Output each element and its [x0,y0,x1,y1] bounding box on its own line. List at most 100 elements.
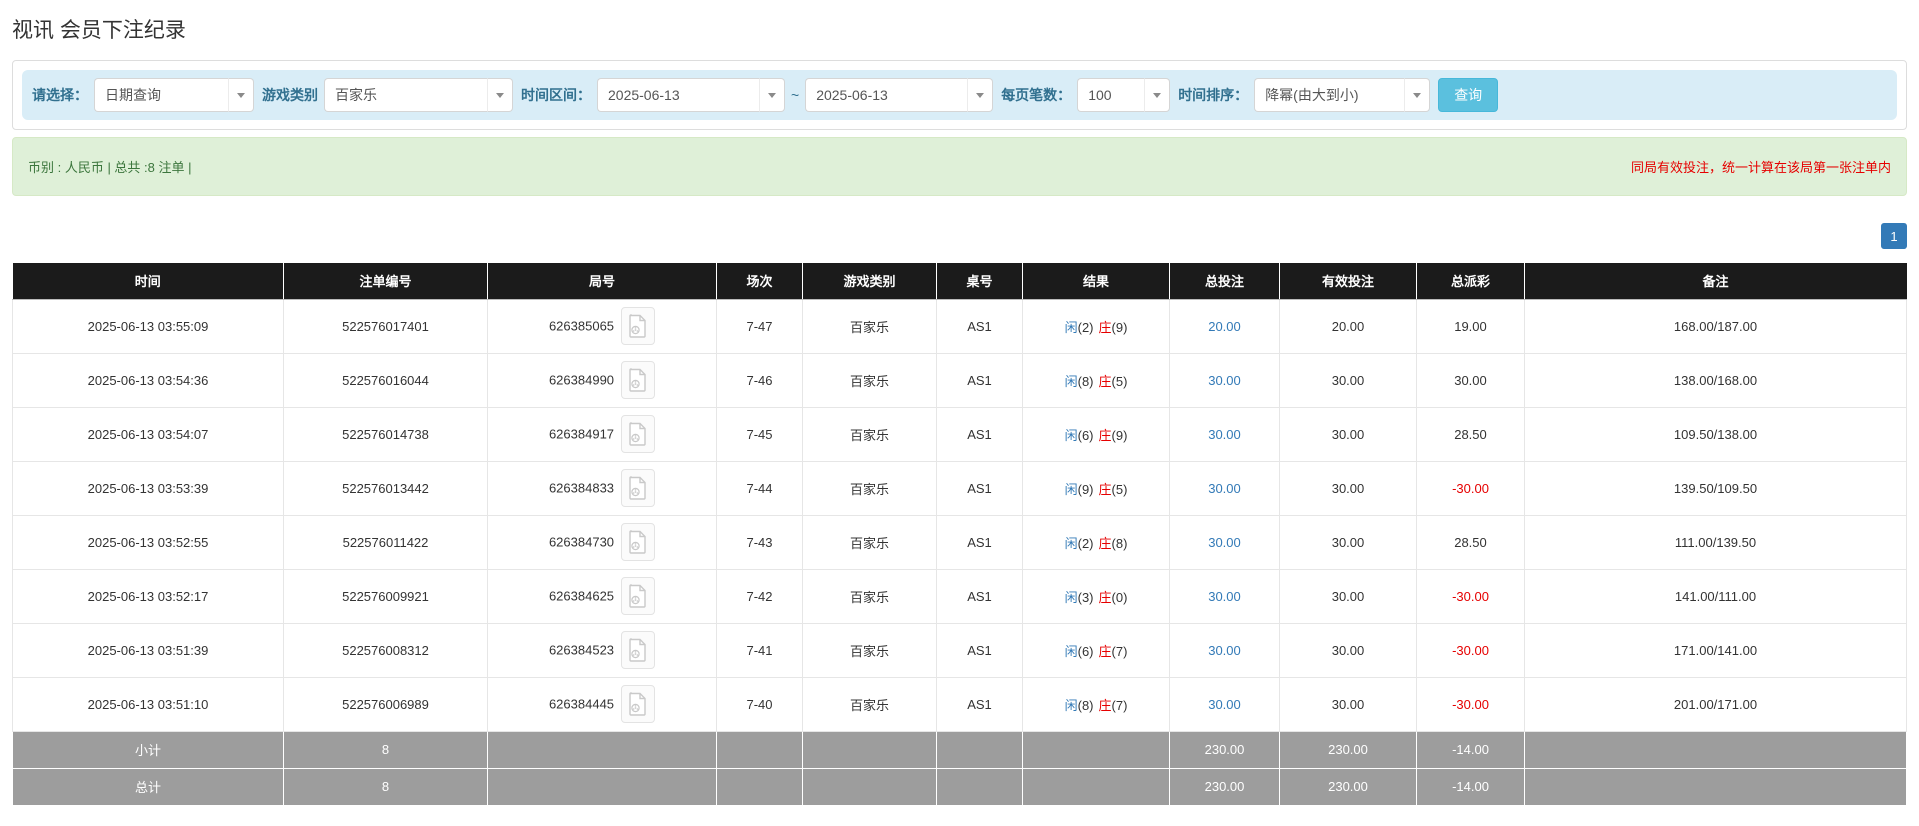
query-type-dropdown-button[interactable] [228,78,254,112]
result-banker-label: 庄 [1099,536,1112,551]
cell-session: 7-40 [717,677,803,731]
date-to-combobox [805,78,993,112]
cell-payout: 28.50 [1417,515,1525,569]
cell-game-type: 百家乐 [803,623,937,677]
subtotal-row: 小计 8 230.00 230.00 -14.00 [13,731,1907,768]
game-type-input[interactable] [324,78,487,112]
cell-payout: 19.00 [1417,299,1525,353]
date-range-separator: ~ [791,87,799,103]
query-type-combobox [94,78,254,112]
cell-empty [803,731,937,768]
cell-result: 闲(8)庄(7) [1023,677,1170,731]
chevron-down-icon [976,93,984,98]
column-header: 时间 [13,263,284,299]
video-record-icon[interactable] [621,685,655,723]
cell-result: 闲(6)庄(7) [1023,623,1170,677]
cell-total-bet: 30.00 [1170,407,1280,461]
total-bet-link[interactable]: 30.00 [1208,373,1241,388]
cell-table-no: AS1 [937,299,1023,353]
cell-bet-id: 522576014738 [284,407,488,461]
total-bet-link[interactable]: 30.00 [1208,427,1241,442]
date-from-input[interactable] [597,78,759,112]
cell-bet-id: 522576009921 [284,569,488,623]
search-button[interactable]: 查询 [1438,78,1498,112]
cell-time: 2025-06-13 03:55:09 [13,299,284,353]
cell-game-type: 百家乐 [803,407,937,461]
cell-session: 7-41 [717,623,803,677]
video-record-icon[interactable] [621,469,655,507]
game-type-dropdown-button[interactable] [487,78,513,112]
cell-total-bet: 30.00 [1170,461,1280,515]
subtotal-total-bet: 230.00 [1170,731,1280,768]
round-id-text: 626384833 [549,481,614,496]
cell-total-bet: 20.00 [1170,299,1280,353]
cell-game-type: 百家乐 [803,299,937,353]
video-record-icon[interactable] [621,361,655,399]
cell-table-no: AS1 [937,623,1023,677]
cell-remark: 168.00/187.00 [1525,299,1907,353]
select-type-label: 请选择： [32,85,88,105]
cell-valid-bet: 30.00 [1280,407,1417,461]
video-record-icon[interactable] [621,631,655,669]
result-player-points: (2) [1078,320,1094,335]
date-from-dropdown-button[interactable] [759,78,785,112]
date-to-dropdown-button[interactable] [967,78,993,112]
table-row: 2025-06-13 03:55:09 522576017401 6263850… [13,299,1907,353]
result-player-label: 闲 [1065,644,1078,659]
column-header: 注单编号 [284,263,488,299]
time-sort-dropdown-button[interactable] [1404,78,1430,112]
subtotal-count: 8 [284,731,488,768]
video-record-icon[interactable] [621,307,655,345]
date-to-input[interactable] [805,78,967,112]
cell-game-type: 百家乐 [803,569,937,623]
time-sort-input[interactable] [1254,78,1404,112]
cell-empty [1525,768,1907,805]
result-player-label: 闲 [1065,428,1078,443]
query-type-input[interactable] [94,78,228,112]
total-bet-link[interactable]: 30.00 [1208,481,1241,496]
cell-table-no: AS1 [937,515,1023,569]
total-bet-link[interactable]: 30.00 [1208,697,1241,712]
video-record-icon[interactable] [621,523,655,561]
cell-payout: 30.00 [1417,353,1525,407]
table-row: 2025-06-13 03:54:07 522576014738 6263849… [13,407,1907,461]
cell-payout: -30.00 [1417,461,1525,515]
cell-empty [803,768,937,805]
subtotal-payout: -14.00 [1417,731,1525,768]
cell-session: 7-44 [717,461,803,515]
video-record-icon[interactable] [621,577,655,615]
subtotal-label: 小计 [13,731,284,768]
total-valid-bet: 230.00 [1280,768,1417,805]
pagination-page-1-button[interactable]: 1 [1881,223,1907,249]
result-banker-points: (9) [1112,428,1128,443]
page-size-dropdown-button[interactable] [1144,78,1170,112]
cell-bet-id: 522576011422 [284,515,488,569]
total-total-bet: 230.00 [1170,768,1280,805]
result-player-label: 闲 [1065,698,1078,713]
column-header: 场次 [717,263,803,299]
cell-remark: 138.00/168.00 [1525,353,1907,407]
result-player-points: (2) [1078,536,1094,551]
cell-round-id: 626384730 [488,515,717,569]
result-banker-label: 庄 [1099,374,1112,389]
cell-time: 2025-06-13 03:51:10 [13,677,284,731]
filter-bar: 请选择： 游戏类别 时间区间： ~ 每页笔数： [22,70,1897,120]
result-banker-label: 庄 [1099,482,1112,497]
cell-result: 闲(2)庄(8) [1023,515,1170,569]
round-id-text: 626385065 [549,319,614,334]
filter-panel: 请选择： 游戏类别 时间区间： ~ 每页笔数： [12,60,1907,130]
page-size-input[interactable] [1077,78,1144,112]
date-from-combobox [597,78,785,112]
total-bet-link[interactable]: 30.00 [1208,643,1241,658]
total-count: 8 [284,768,488,805]
total-bet-link[interactable]: 20.00 [1208,319,1241,334]
video-record-icon[interactable] [621,415,655,453]
total-row: 总计 8 230.00 230.00 -14.00 [13,768,1907,805]
time-range-label: 时间区间： [521,85,591,105]
result-banker-points: (7) [1112,644,1128,659]
cell-time: 2025-06-13 03:54:36 [13,353,284,407]
cell-total-bet: 30.00 [1170,515,1280,569]
total-bet-link[interactable]: 30.00 [1208,535,1241,550]
total-bet-link[interactable]: 30.00 [1208,589,1241,604]
cell-empty [488,731,717,768]
